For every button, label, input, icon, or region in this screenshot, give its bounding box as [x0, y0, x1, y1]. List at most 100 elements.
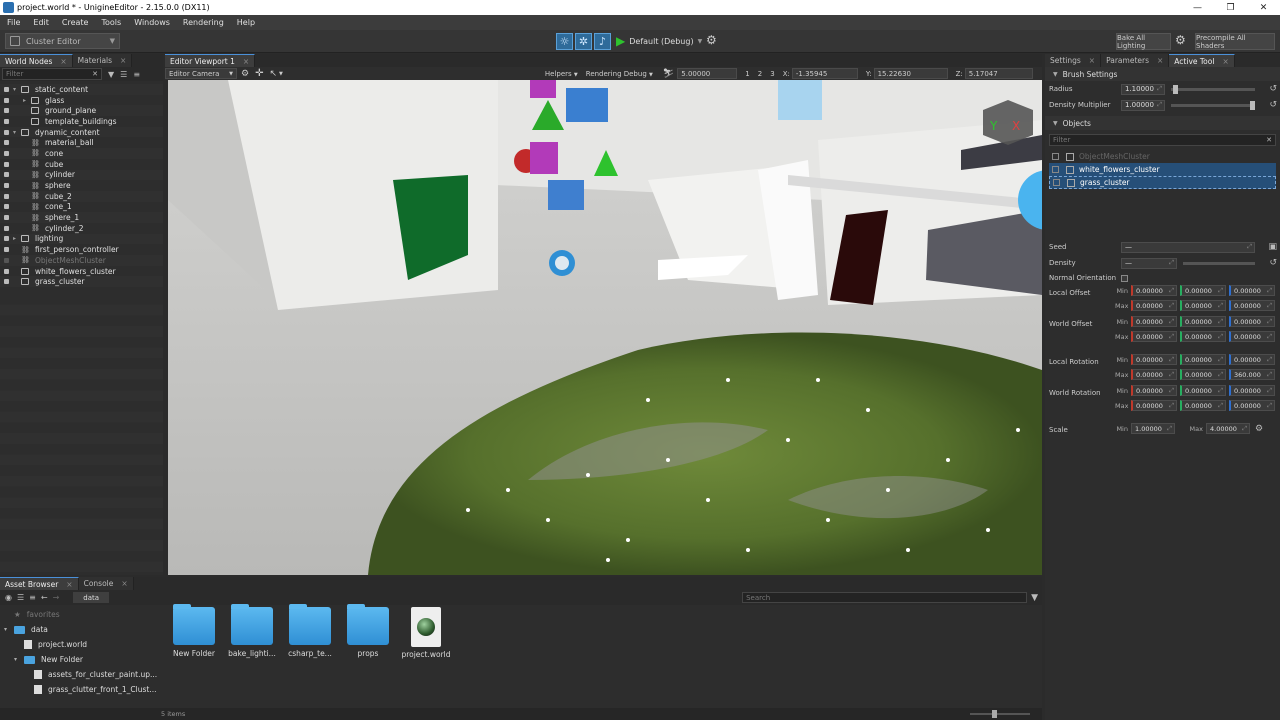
- tree-node[interactable]: ▸ glass: [0, 95, 163, 106]
- cursor-icon[interactable]: ↖: [269, 69, 277, 79]
- tree-node[interactable]: ⛓ cylinder_2: [0, 223, 163, 234]
- y-component-field[interactable]: 0.00000 ⤢: [1180, 331, 1226, 342]
- menu-tools[interactable]: Tools: [94, 18, 127, 27]
- z-component-field[interactable]: 0.00000 ⤢: [1229, 300, 1275, 311]
- asset-tree-item[interactable]: project.world: [0, 637, 160, 652]
- radius-slider[interactable]: [1171, 84, 1255, 94]
- sound-icon[interactable]: ♪: [594, 33, 611, 50]
- physics-icon[interactable]: ✲: [575, 33, 592, 50]
- y-component-field[interactable]: 0.00000 ⤢: [1180, 400, 1226, 411]
- close-icon[interactable]: ×: [1222, 57, 1228, 66]
- visibility-icon[interactable]: [4, 118, 9, 124]
- layout-3[interactable]: 3: [770, 70, 774, 78]
- filter-icon[interactable]: ▼: [108, 70, 114, 79]
- z-component-field[interactable]: 0.00000 ⤢: [1229, 385, 1275, 396]
- y-component-field[interactable]: 0.00000 ⤢: [1180, 354, 1226, 365]
- density-field[interactable]: — ⤢: [1121, 257, 1177, 269]
- camera-combo[interactable]: Editor Camera ▼: [165, 68, 237, 79]
- tree-node[interactable]: ⛓ cylinder: [0, 169, 163, 181]
- slider-knob[interactable]: [1250, 100, 1255, 110]
- expand-icon[interactable]: ▸: [13, 235, 21, 242]
- tree-node[interactable]: ⛓ cube: [0, 159, 163, 170]
- hierarchy-icon[interactable]: ☰: [120, 70, 127, 79]
- scene-viewport[interactable]: Y X: [168, 80, 1042, 575]
- visibility-icon[interactable]: [4, 257, 9, 263]
- menu-windows[interactable]: Windows: [127, 18, 176, 27]
- randomize-icon[interactable]: ▣: [1268, 242, 1277, 252]
- world-filter-input[interactable]: Filter ✕: [2, 68, 102, 80]
- seed-field[interactable]: — ⤢: [1121, 241, 1255, 253]
- tree-node[interactable]: ⛓ ObjectMeshCluster: [0, 255, 163, 266]
- close-icon[interactable]: ×: [60, 57, 66, 66]
- layout-1[interactable]: 1: [745, 70, 749, 78]
- gear-icon[interactable]: ⚙: [241, 69, 249, 79]
- menu-help[interactable]: Help: [230, 18, 261, 27]
- reset-icon[interactable]: ↺: [1269, 100, 1277, 110]
- tree-node[interactable]: ⛓ material_ball: [0, 137, 163, 148]
- chevron-down-icon[interactable]: ▼: [279, 71, 283, 77]
- tree-node[interactable]: white_flowers_cluster: [0, 266, 163, 277]
- visibility-icon[interactable]: [4, 279, 9, 285]
- minimize-button[interactable]: —: [1181, 3, 1214, 13]
- visibility-icon[interactable]: [4, 161, 9, 167]
- breadcrumb[interactable]: data: [73, 592, 110, 603]
- gear-icon[interactable]: ⚙: [1175, 33, 1186, 47]
- expand-icon[interactable]: ▾: [13, 129, 21, 136]
- chevron-down-icon[interactable]: ▼: [698, 38, 703, 45]
- brush-settings-header[interactable]: ▼ Brush Settings: [1045, 67, 1280, 81]
- visibility-icon[interactable]: [4, 129, 9, 135]
- tree-node[interactable]: ⛓ sphere: [0, 180, 163, 191]
- close-icon[interactable]: ×: [66, 580, 72, 589]
- y-component-field[interactable]: 0.00000 ⤢: [1180, 285, 1226, 296]
- visibility-icon[interactable]: [4, 183, 9, 189]
- asset-tree-item[interactable]: ★ favorites: [0, 607, 160, 622]
- slider-knob[interactable]: [1172, 84, 1178, 94]
- z-component-field[interactable]: 0.00000 ⤢: [1229, 285, 1275, 296]
- asset-search-input[interactable]: Search: [742, 592, 1028, 603]
- tool-combo[interactable]: Cluster Editor ▼: [5, 33, 120, 49]
- tree-node[interactable]: ⛓ sphere_1: [0, 212, 163, 223]
- visibility-icon[interactable]: [4, 225, 9, 231]
- tab-console[interactable]: Console ×: [78, 577, 134, 590]
- z-component-field[interactable]: 0.00000 ⤢: [1229, 400, 1275, 411]
- tree-node[interactable]: ⛓ cone_1: [0, 202, 163, 213]
- menu-file[interactable]: File: [0, 18, 26, 27]
- tree-node[interactable]: ⛓ cube_2: [0, 190, 163, 202]
- rendering-debug-combo[interactable]: Rendering Debug ▼: [586, 70, 653, 78]
- z-component-field[interactable]: 360.000 ⤢: [1229, 369, 1275, 380]
- tree-node[interactable]: template_buildings: [0, 116, 163, 127]
- expand-icon[interactable]: ▾: [4, 626, 12, 633]
- scale-max-field[interactable]: 4.00000 ⤢: [1206, 423, 1250, 434]
- visibility-icon[interactable]: [4, 86, 9, 92]
- x-component-field[interactable]: 0.00000 ⤢: [1131, 385, 1177, 396]
- reset-icon[interactable]: ↺: [1269, 258, 1277, 268]
- menu-rendering[interactable]: Rendering: [176, 18, 230, 27]
- objects-filter-input[interactable]: Filter ✕: [1049, 134, 1276, 146]
- x-coordinate-field[interactable]: -1.35945: [791, 68, 858, 79]
- normal-orientation-checkbox[interactable]: [1121, 274, 1128, 282]
- expand-icon[interactable]: ▸: [23, 97, 31, 104]
- object-checkbox[interactable]: [1053, 179, 1060, 186]
- tab-active-tool[interactable]: Active Tool ×: [1169, 54, 1235, 67]
- gear-icon[interactable]: ⚙: [1255, 424, 1263, 434]
- helpers-combo[interactable]: Helpers ▼: [545, 70, 578, 78]
- visibility-icon[interactable]: [4, 150, 9, 156]
- visibility-icon[interactable]: [4, 268, 9, 274]
- close-icon[interactable]: ×: [1157, 56, 1163, 65]
- tab-asset-browser[interactable]: Asset Browser ×: [0, 577, 79, 590]
- move-icon[interactable]: ✛: [255, 68, 263, 79]
- asset-item[interactable]: project.world: [397, 607, 455, 659]
- z-component-field[interactable]: 0.00000 ⤢: [1229, 354, 1275, 365]
- object-checkbox[interactable]: [1052, 153, 1059, 160]
- filter-icon[interactable]: ▼: [1031, 593, 1038, 603]
- y-component-field[interactable]: 0.00000 ⤢: [1180, 316, 1226, 327]
- slider-knob[interactable]: [992, 710, 997, 718]
- x-component-field[interactable]: 0.00000 ⤢: [1131, 354, 1177, 365]
- y-component-field[interactable]: 0.00000 ⤢: [1180, 300, 1226, 311]
- list-icon[interactable]: ≡: [133, 70, 140, 79]
- close-icon[interactable]: ×: [121, 579, 127, 588]
- tree-node[interactable]: ▸ lighting: [0, 233, 163, 245]
- layout-2[interactable]: 2: [758, 70, 762, 78]
- tree-node[interactable]: ▾ static_content: [0, 84, 163, 95]
- sun-icon[interactable]: ☼: [556, 33, 573, 50]
